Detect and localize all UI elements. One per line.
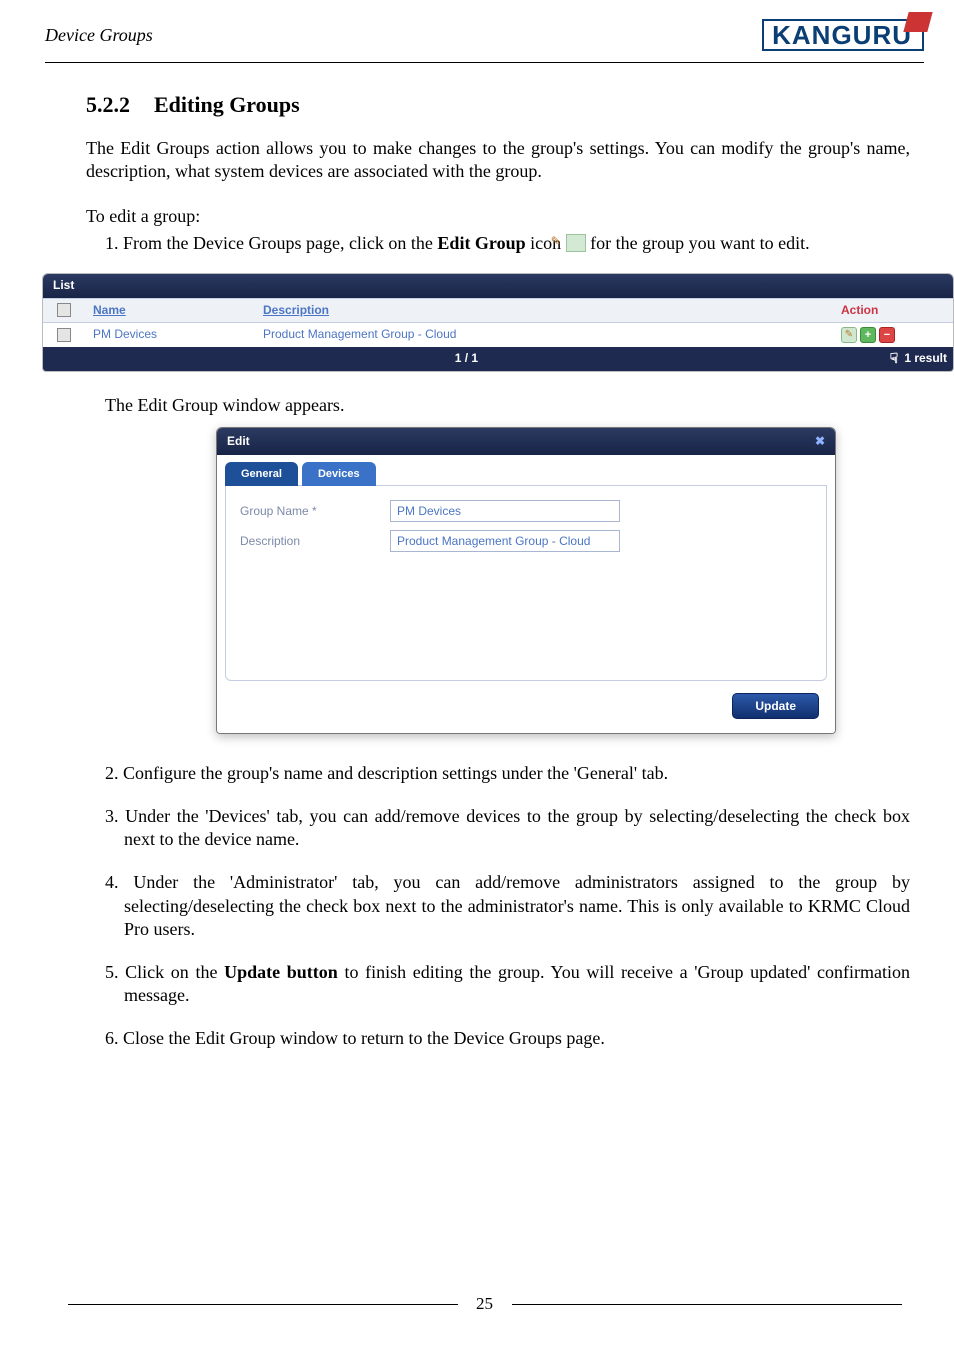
label-description: Description — [240, 534, 390, 549]
edit-group-icon — [566, 234, 586, 252]
dialog-footer: Update — [223, 693, 829, 733]
step-2: 2. Configure the group's name and descri… — [105, 762, 910, 785]
step-3: 3. Under the 'Devices' tab, you can add/… — [105, 805, 910, 851]
step5-bold: Update button — [224, 962, 338, 982]
edit-icon[interactable] — [841, 327, 857, 343]
tab-devices[interactable]: Devices — [302, 462, 376, 486]
header-name[interactable]: Name — [85, 299, 255, 322]
row-checkbox-col — [43, 323, 85, 346]
header-description[interactable]: Description — [255, 299, 833, 322]
step-4: 4. Under the 'Administrator' tab, you ca… — [105, 871, 910, 940]
update-button[interactable]: Update — [732, 693, 819, 719]
row-actions — [833, 323, 953, 347]
step1-post: for the group you want to edit. — [586, 233, 810, 253]
edit-dialog: Edit ✖ General Devices Group Name * Desc… — [216, 427, 836, 734]
label-group-name: Group Name * — [240, 504, 390, 519]
step1-pre: 1. From the Device Groups page, click on… — [105, 233, 437, 253]
table-row: PM Devices Product Management Group - Cl… — [43, 323, 953, 347]
brand-flag-icon — [903, 12, 932, 32]
step-5: 5. Click on the Update button to finish … — [105, 961, 910, 1007]
row-group-name: Group Name * — [240, 500, 812, 522]
brand-logo: KANGURU — [762, 18, 924, 52]
dialog-body: General Devices Group Name * Description… — [217, 455, 835, 733]
close-icon[interactable]: ✖ — [815, 434, 825, 449]
intro-paragraph: The Edit Groups action allows you to mak… — [86, 137, 910, 183]
tab-general[interactable]: General — [225, 462, 298, 486]
result-count: 1 result — [904, 351, 947, 366]
header-action: Action — [833, 299, 953, 322]
dialog-form: Group Name * Description — [225, 486, 827, 681]
add-icon[interactable] — [860, 327, 876, 343]
dialog-tabs: General Devices — [225, 461, 827, 486]
lead-in-text: To edit a group: — [86, 205, 910, 228]
group-name-input[interactable] — [390, 500, 620, 522]
list-title-bar: List — [43, 274, 953, 297]
row-description: Product Management Group - Cloud — [255, 323, 833, 346]
list-screenshot: List Name Description Action PM Devices … — [42, 273, 954, 372]
list-header-row: Name Description Action — [43, 298, 953, 323]
row-checkbox[interactable] — [57, 328, 71, 342]
page-footer: 25 — [45, 1293, 924, 1314]
row-name[interactable]: PM Devices — [85, 323, 255, 346]
dialog-titlebar: Edit ✖ — [217, 428, 835, 455]
header-checkbox-col — [43, 299, 85, 322]
header-checkbox[interactable] — [57, 303, 71, 317]
page-body: 5.2.2 Editing Groups The Edit Groups acti… — [0, 63, 954, 1050]
cursor-icon: ☟ — [890, 350, 899, 368]
step5-pre: 5. Click on the — [105, 962, 224, 982]
dialog-title-text: Edit — [227, 434, 250, 449]
heading-number: 5.2.2 — [86, 92, 130, 117]
section-title: Device Groups — [45, 25, 153, 46]
page-header: Device Groups KANGURU — [0, 0, 954, 56]
heading-title: Editing Groups — [154, 92, 300, 117]
page-number: 25 — [462, 1294, 507, 1314]
after-list-text: The Edit Group window appears. — [105, 394, 910, 417]
section-heading: 5.2.2 Editing Groups — [86, 91, 910, 119]
step-6: 6. Close the Edit Group window to return… — [105, 1027, 910, 1050]
delete-icon[interactable] — [879, 327, 895, 343]
row-description: Description — [240, 530, 812, 552]
step1-bold: Edit Group — [437, 233, 525, 253]
step-1: 1. From the Device Groups page, click on… — [105, 232, 910, 255]
brand-text: KANGURU — [762, 19, 924, 51]
description-input[interactable] — [390, 530, 620, 552]
pager: 1 / 1 — [43, 351, 890, 366]
list-footer-row: 1 / 1 ☟ 1 result — [43, 347, 953, 371]
